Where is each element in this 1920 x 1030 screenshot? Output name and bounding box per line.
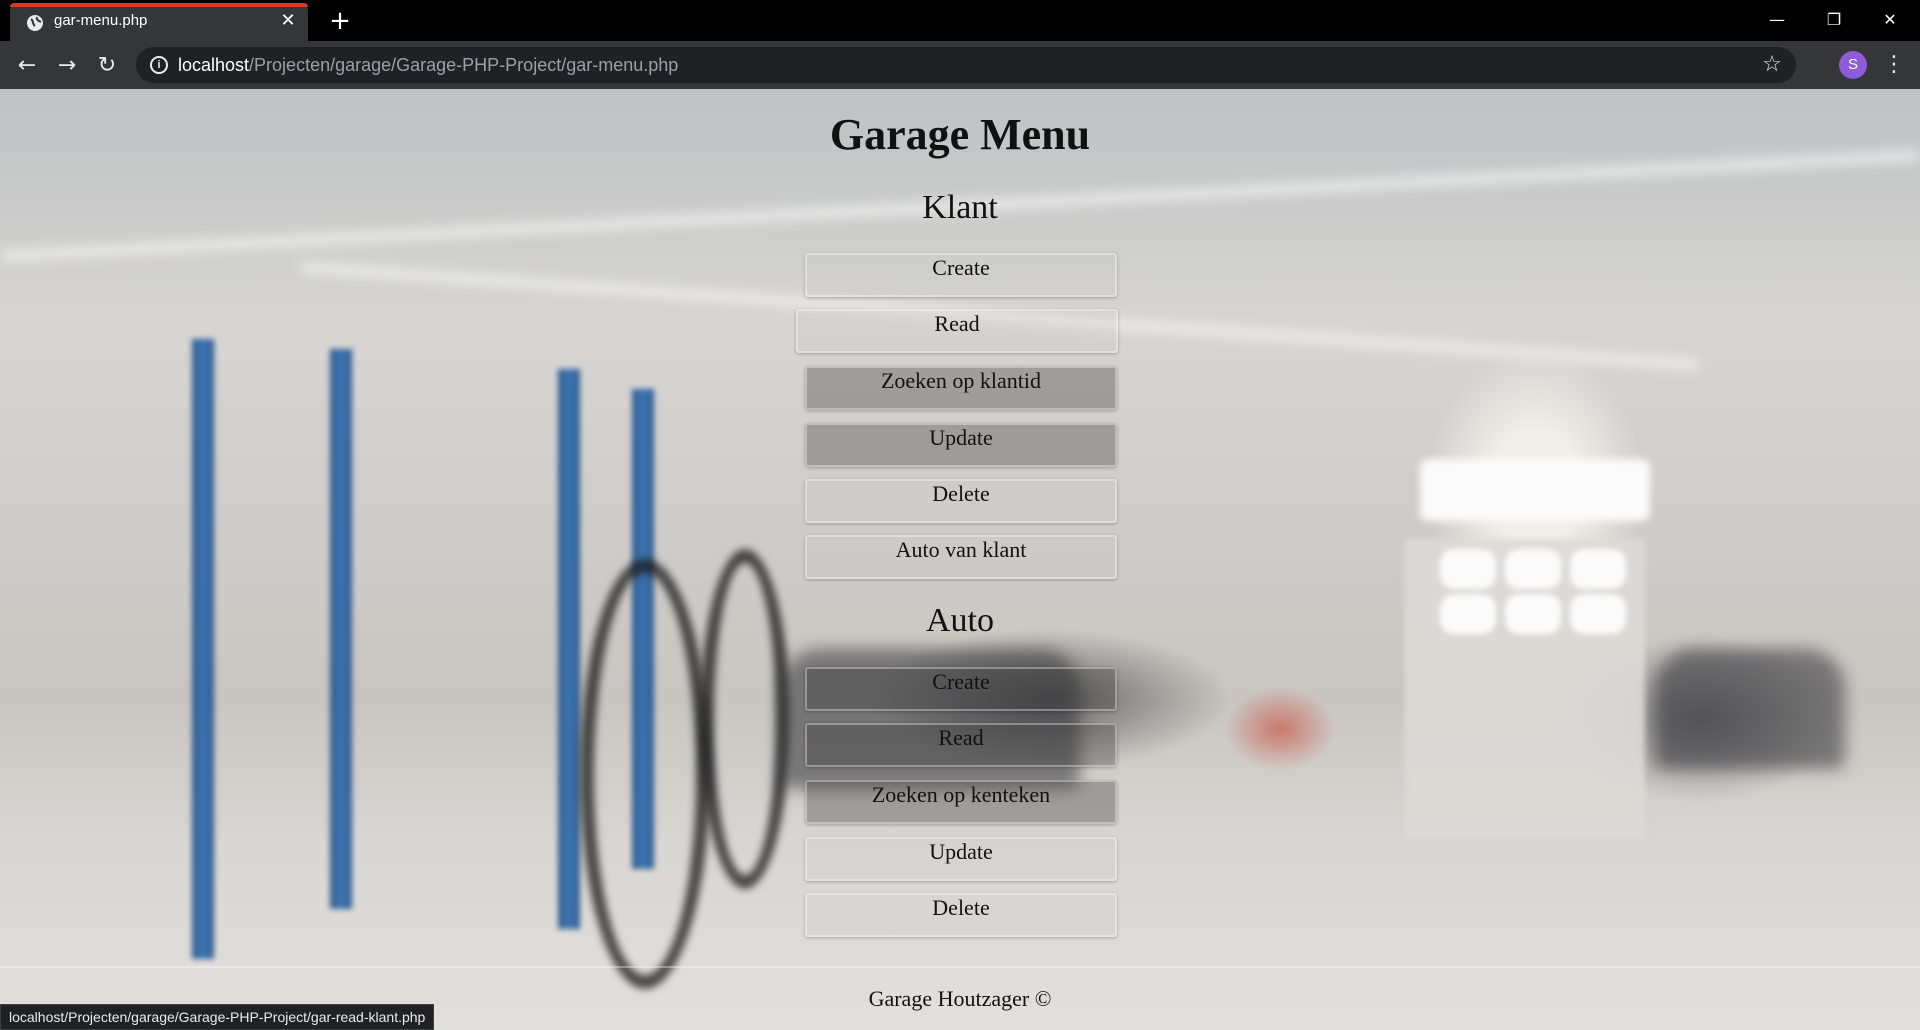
auto-create-button[interactable]: Create (805, 667, 1117, 711)
url-host: localhost (178, 55, 250, 75)
browser-tab[interactable]: gar-menu.php ✕ (10, 3, 308, 41)
auto-update-button[interactable]: Update (805, 837, 1117, 881)
arrow-right-icon[interactable]: → (51, 49, 83, 81)
info-icon[interactable]: i (150, 56, 168, 74)
tab-title: gar-menu.php (54, 12, 148, 29)
kebab-icon[interactable]: ⋮ (1882, 49, 1906, 81)
klant-cars-button[interactable]: Auto van klant (805, 535, 1117, 579)
auto-search-by-plate-button[interactable]: Zoeken op kenteken (805, 780, 1117, 824)
url-text[interactable]: localhost/Projecten/garage/Garage-PHP-Pr… (178, 55, 678, 76)
browser-toolbar: ← → ↻ i localhost/Projecten/garage/Garag… (0, 41, 1920, 89)
minimize-icon[interactable]: — (1753, 0, 1801, 38)
klant-delete-button[interactable]: Delete (805, 479, 1117, 523)
tab-bar: gar-menu.php ✕ + — ❐ ✕ (0, 0, 1920, 41)
section-heading-klant: Klant (922, 189, 998, 226)
window-close-icon[interactable]: ✕ (1866, 0, 1914, 38)
close-icon[interactable]: ✕ (278, 11, 298, 31)
footer-divider (0, 966, 1920, 968)
auto-read-button[interactable]: Read (805, 723, 1117, 767)
globe-icon (27, 15, 43, 31)
page-viewport: Garage Menu Klant Create Read Zoeken op … (0, 89, 1920, 1030)
klant-update-button[interactable]: Update (805, 423, 1117, 467)
star-icon[interactable]: ☆ (1758, 51, 1786, 79)
arrow-left-icon[interactable]: ← (11, 49, 43, 81)
main-content: Garage Menu Klant Create Read Zoeken op … (0, 89, 1920, 1030)
plus-icon[interactable]: + (326, 7, 354, 35)
url-path: /Projecten/garage/Garage-PHP-Project/gar… (249, 55, 679, 75)
avatar[interactable]: S (1839, 51, 1867, 79)
reload-icon[interactable]: ↻ (91, 49, 123, 81)
restore-icon[interactable]: ❐ (1810, 0, 1858, 38)
page-title: Garage Menu (829, 110, 1091, 159)
tab-loading-indicator (10, 3, 308, 7)
status-bar-url: localhost/Projecten/garage/Garage-PHP-Pr… (0, 1004, 435, 1030)
address-bar[interactable]: i localhost/Projecten/garage/Garage-PHP-… (136, 47, 1796, 83)
klant-search-by-id-button[interactable]: Zoeken op klantid (805, 366, 1117, 410)
klant-read-button[interactable]: Read (796, 309, 1118, 353)
klant-create-button[interactable]: Create (805, 253, 1117, 297)
auto-delete-button[interactable]: Delete (805, 893, 1117, 937)
section-heading-auto: Auto (926, 602, 994, 639)
